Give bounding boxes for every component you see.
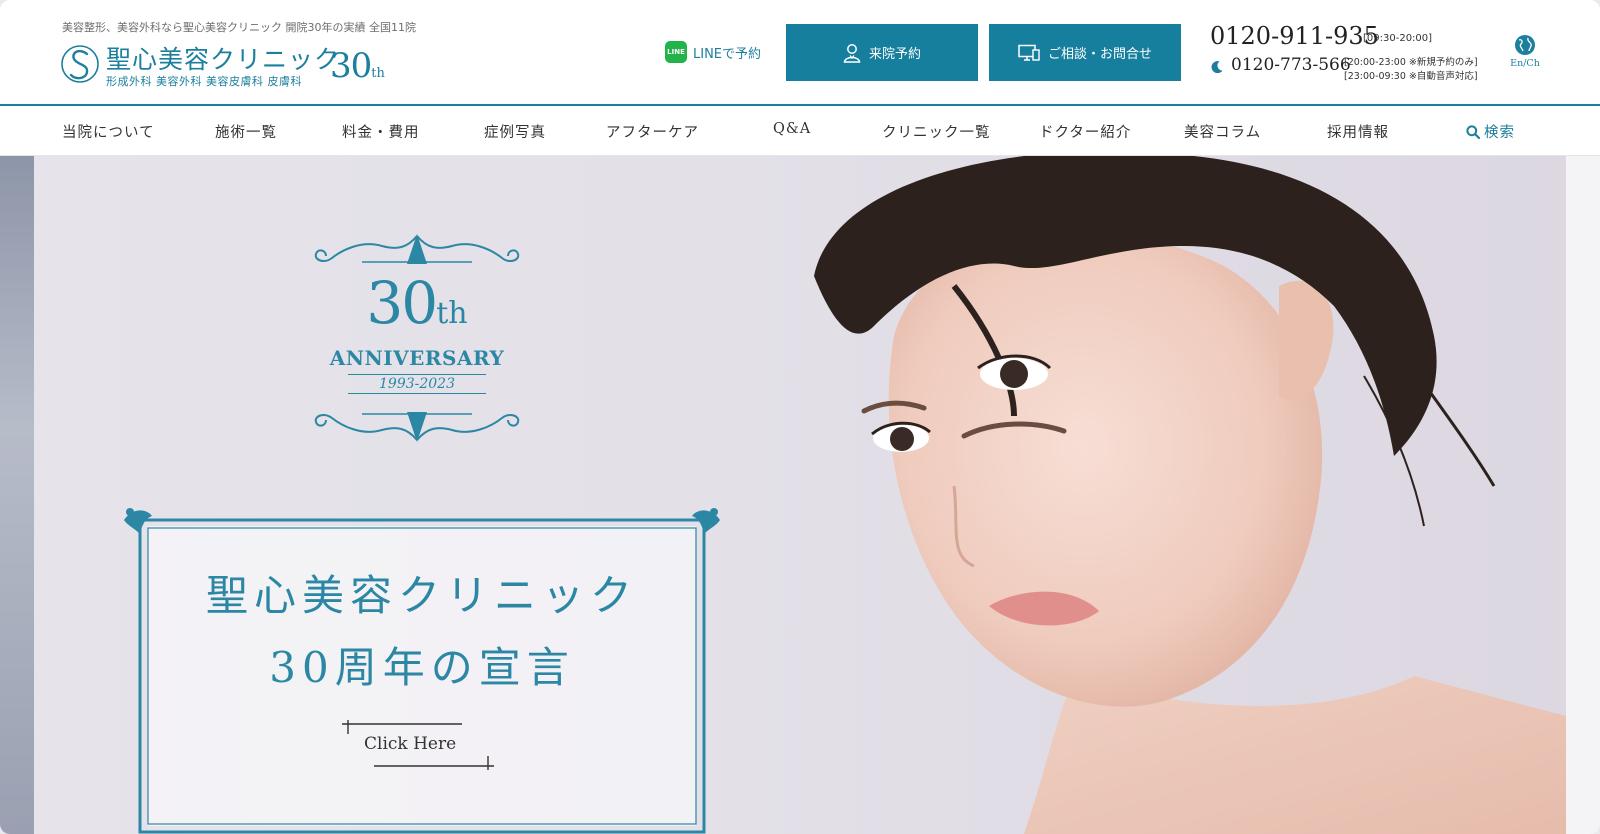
nav-item-aftercare[interactable]: アフターケア <box>606 121 699 142</box>
nav-item-doctors[interactable]: ドクター紹介 <box>1039 121 1131 142</box>
logo-departments: 形成外科 美容外科 美容皮膚科 皮膚科 <box>106 75 302 88</box>
monitor-icon <box>1018 44 1040 61</box>
site-logo[interactable]: 聖心美容クリニック 形成外科 美容外科 美容皮膚科 皮膚科 30th <box>60 38 400 90</box>
hero-carousel: 30th ANNIVERSARY 1993-2023 聖心美容クリニック 30周… <box>0 156 1600 834</box>
declaration-title-line2: 30周年の宣言 <box>269 643 575 692</box>
declaration-title-line1: 聖心美容クリニック <box>205 571 638 620</box>
hero-next-slide-peek[interactable] <box>1566 156 1600 834</box>
tel-main-number[interactable]: 0120-911-935 <box>1210 22 1379 50</box>
nav-item-qa[interactable]: Q&A <box>773 121 811 137</box>
model-portrait-image <box>814 156 1566 834</box>
nav-item-treatments[interactable]: 施術一覧 <box>215 121 277 142</box>
tel-night-hours-1: [20:00-23:00 ※新規予約のみ] <box>1344 57 1478 68</box>
logo-name: 聖心美容クリニック <box>106 45 341 74</box>
moon-icon <box>1211 61 1223 74</box>
tel-main-hours: [09:30-20:00] <box>1363 33 1433 44</box>
nav-item-case-photos[interactable]: 症例写真 <box>484 121 546 142</box>
contact-button-label: ご相談・お問合せ <box>1047 46 1152 61</box>
ornament-bottom-icon <box>314 412 520 442</box>
browser-viewport: 美容整形、美容外科なら聖心美容クリニック 開院30年の実績 全国11院 聖心美容… <box>0 0 1600 834</box>
nav-item-column[interactable]: 美容コラム <box>1184 121 1261 142</box>
hero-slide-30th[interactable]: 30th ANNIVERSARY 1993-2023 聖心美容クリニック 30周… <box>34 156 1566 834</box>
logo-s-icon <box>61 45 99 83</box>
emblem-anniversary: ANNIVERSARY <box>329 346 505 370</box>
tel-night-number[interactable]: 0120-773-566 <box>1231 55 1351 75</box>
logo-anniv-suffix: th <box>371 66 385 81</box>
nav-search-label: 検索 <box>1484 125 1515 141</box>
emblem-num: 30 <box>366 269 438 337</box>
line-reserve-label: LINEで予約 <box>693 46 762 62</box>
nav-item-clinics[interactable]: クリニック一覧 <box>882 121 991 142</box>
emblem-years: 1993-2023 <box>348 374 486 394</box>
nav-search[interactable]: 検索 <box>1466 121 1515 142</box>
header-tagline: 美容整形、美容外科なら聖心美容クリニック 開院30年の実績 全国11院 <box>62 21 416 34</box>
person-icon <box>843 43 861 63</box>
global-nav: 当院について 施術一覧 料金・費用 症例写真 アフターケア Q&A クリニック一… <box>0 108 1600 156</box>
line-reserve-link[interactable]: LINE LINEで予約 <box>665 40 761 64</box>
anniversary-emblem: 30th ANNIVERSARY 1993-2023 <box>302 228 532 448</box>
line-icon: LINE <box>665 41 687 63</box>
site-header: 美容整形、美容外科なら聖心美容クリニック 開院30年の実績 全国11院 聖心美容… <box>0 0 1600 106</box>
contact-button[interactable]: ご相談・お問合せ <box>989 24 1181 81</box>
click-here-button[interactable]: Click Here <box>338 720 498 770</box>
emblem-suffix: th <box>436 296 468 331</box>
logo-anniversary: 30th <box>330 46 385 86</box>
ornament-top-icon <box>314 234 520 264</box>
declaration-frame[interactable]: 聖心美容クリニック 30周年の宣言 Click Here <box>122 506 722 834</box>
hero-prev-slide-peek[interactable] <box>0 156 34 834</box>
search-icon <box>1466 124 1480 139</box>
language-label: En/Ch <box>1510 58 1540 69</box>
globe-icon <box>1515 35 1535 55</box>
tel-night-hours-2: [23:00-09:30 ※自動音声対応] <box>1344 71 1478 82</box>
reserve-button[interactable]: 来院予約 <box>786 24 978 81</box>
click-here-label: Click Here <box>364 734 457 754</box>
language-switch[interactable]: En/Ch <box>1508 34 1542 69</box>
reserve-button-label: 来院予約 <box>868 46 921 61</box>
nav-item-pricing[interactable]: 料金・費用 <box>342 121 420 142</box>
emblem-30th: 30th <box>302 274 532 332</box>
line-icon-text: LINE <box>667 48 685 56</box>
logo-anniv-num: 30 <box>330 46 372 86</box>
nav-item-recruit[interactable]: 採用情報 <box>1327 121 1389 142</box>
nav-item-about[interactable]: 当院について <box>62 121 155 142</box>
